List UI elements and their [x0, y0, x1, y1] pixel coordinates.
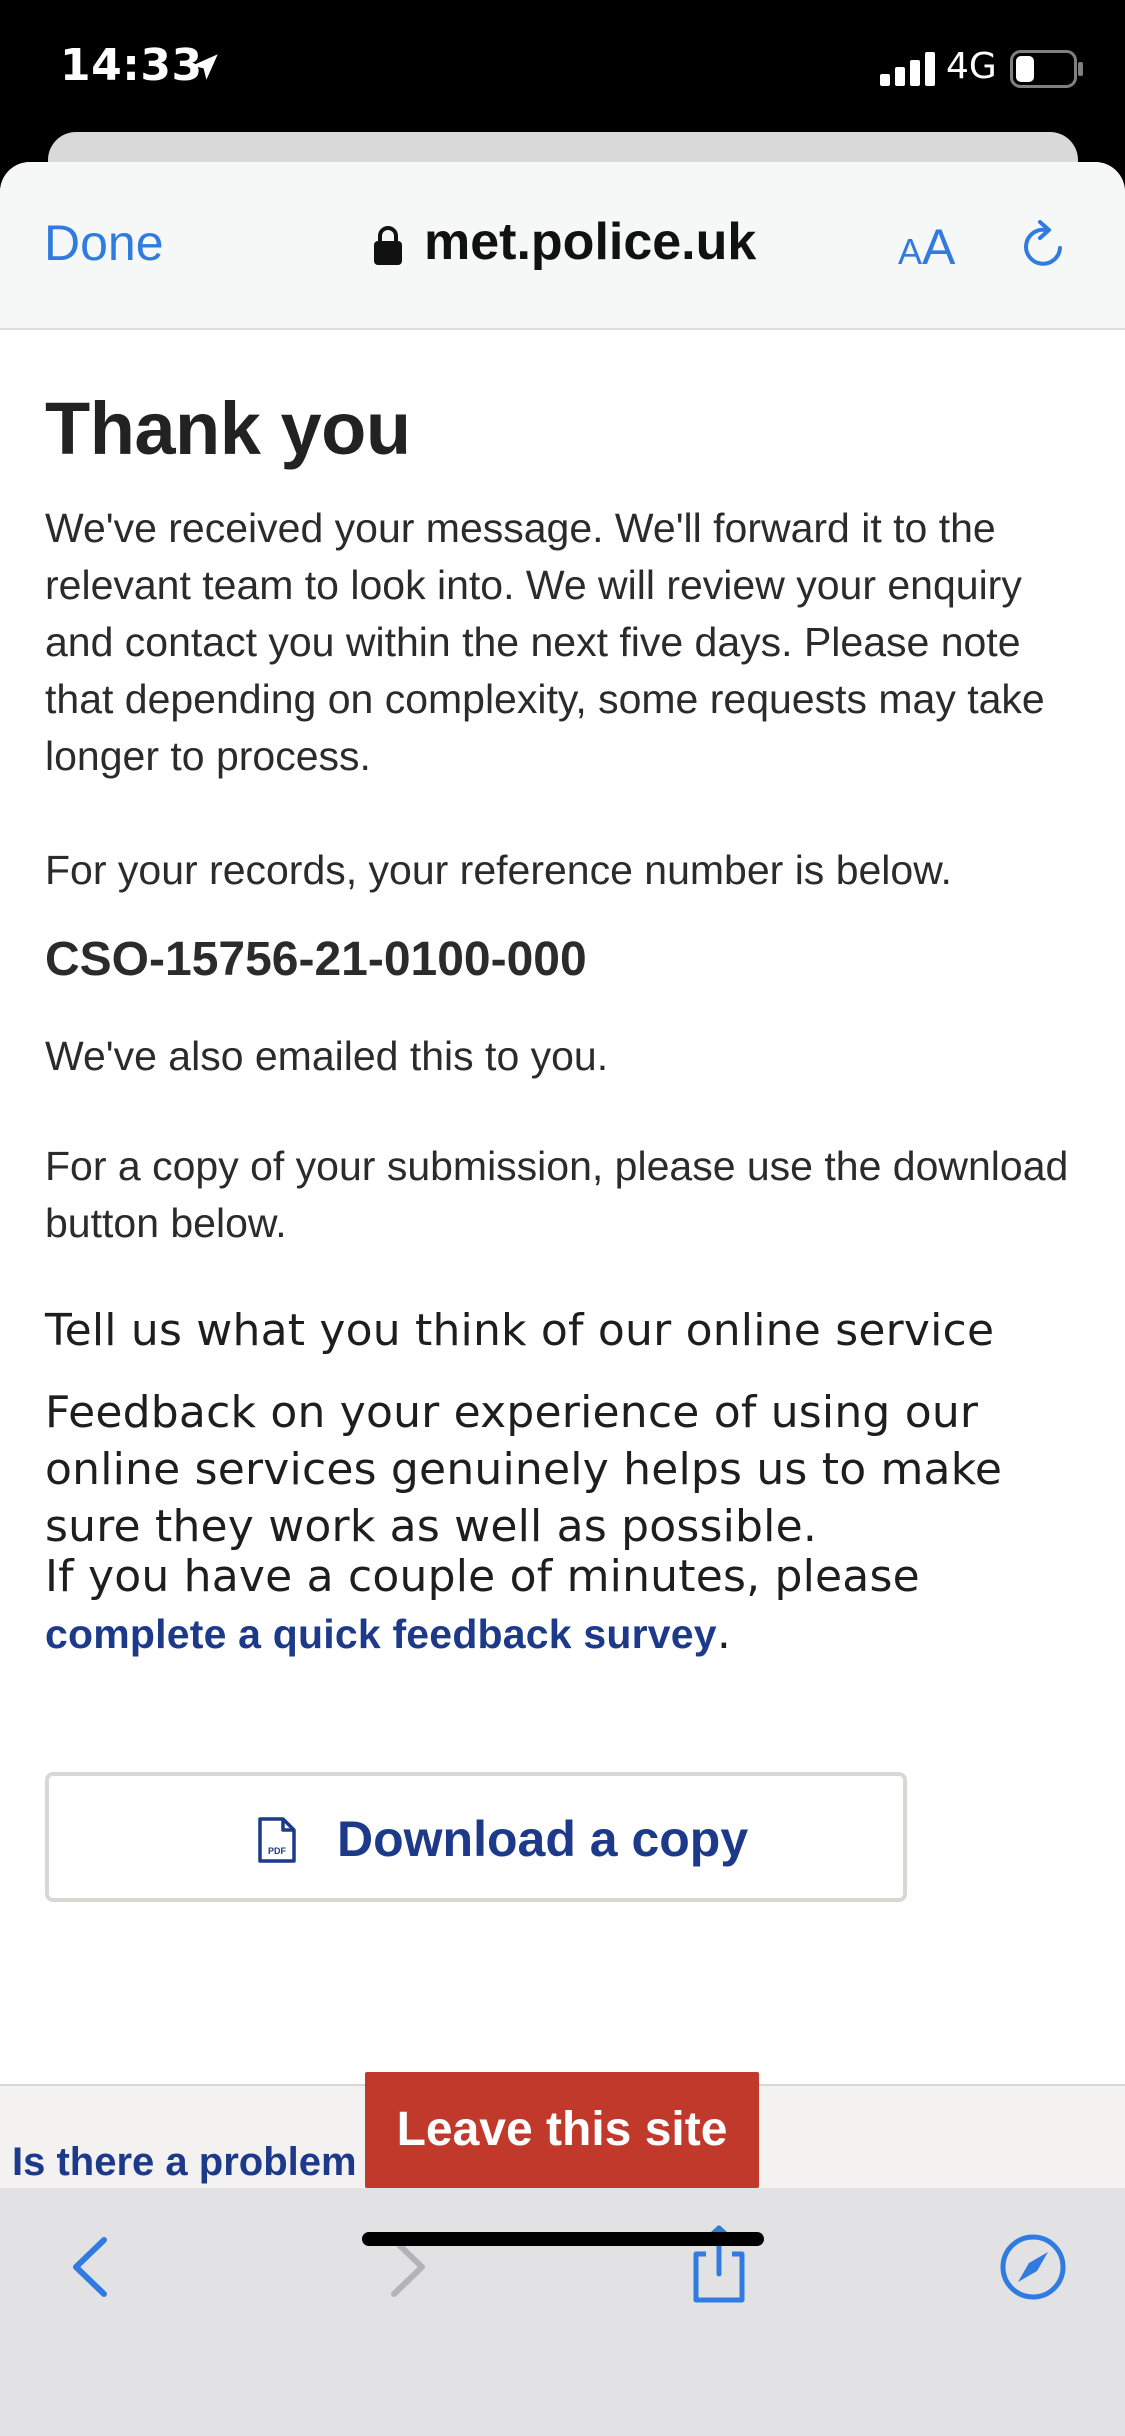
pdf-icon: PDF	[258, 1817, 296, 1863]
feedback-survey-link[interactable]: complete a quick feedback survey	[45, 1611, 717, 1657]
home-indicator	[362, 2232, 764, 2246]
feedback-prompt-text: If you have a couple of minutes, please	[45, 1551, 920, 1602]
status-bar: 14:33 4G	[0, 0, 1125, 140]
signal-icon	[880, 52, 935, 86]
records-text: For your records, your reference number …	[45, 847, 952, 893]
lock-icon	[374, 226, 402, 265]
confirmation-intro: We've received your message. We'll forwa…	[45, 505, 1045, 779]
safari-sheet: Done met.police.uk AA Thank you We've re…	[0, 162, 1125, 2436]
feedback-body: Feedback on your experience of using our…	[45, 1387, 1003, 1552]
compass-icon[interactable]	[998, 2232, 1068, 2302]
done-button[interactable]: Done	[44, 214, 164, 272]
reference-number: CSO-15756-21-0100-000	[45, 933, 587, 986]
browser-toolbar	[0, 2188, 1125, 2436]
back-icon[interactable]	[58, 2232, 128, 2302]
network-label: 4G	[946, 46, 997, 87]
feedback-prompt: If you have a couple of minutes, please …	[45, 1548, 1095, 1663]
aa-small-label: A	[898, 231, 923, 272]
page-title: Thank you	[45, 387, 411, 470]
aa-big-label: A	[922, 219, 956, 275]
feedback-heading: Tell us what you think of our online ser…	[45, 1305, 995, 1356]
leave-site-button[interactable]: Leave this site	[365, 2072, 759, 2188]
status-time: 14:33	[60, 40, 203, 91]
pdf-icon-label: PDF	[268, 1846, 287, 1856]
report-problem-link[interactable]: Is there a problem with this page?	[12, 2140, 372, 2185]
copy-instructions: For a copy of your submission, please us…	[45, 1143, 1069, 1246]
url-label[interactable]: met.police.uk	[424, 212, 756, 272]
reload-icon[interactable]	[1016, 218, 1072, 274]
download-copy-button[interactable]: PDF Download a copy	[45, 1772, 907, 1902]
download-label: Download a copy	[337, 1811, 749, 1867]
text-size-button[interactable]: AA	[898, 218, 955, 276]
battery-icon	[1010, 50, 1083, 88]
emailed-text: We've also emailed this to you.	[45, 1033, 609, 1079]
location-arrow-icon	[192, 54, 218, 80]
feedback-prompt-end: .	[716, 1608, 731, 1659]
browser-nav-bar: Done met.police.uk AA	[0, 162, 1125, 330]
